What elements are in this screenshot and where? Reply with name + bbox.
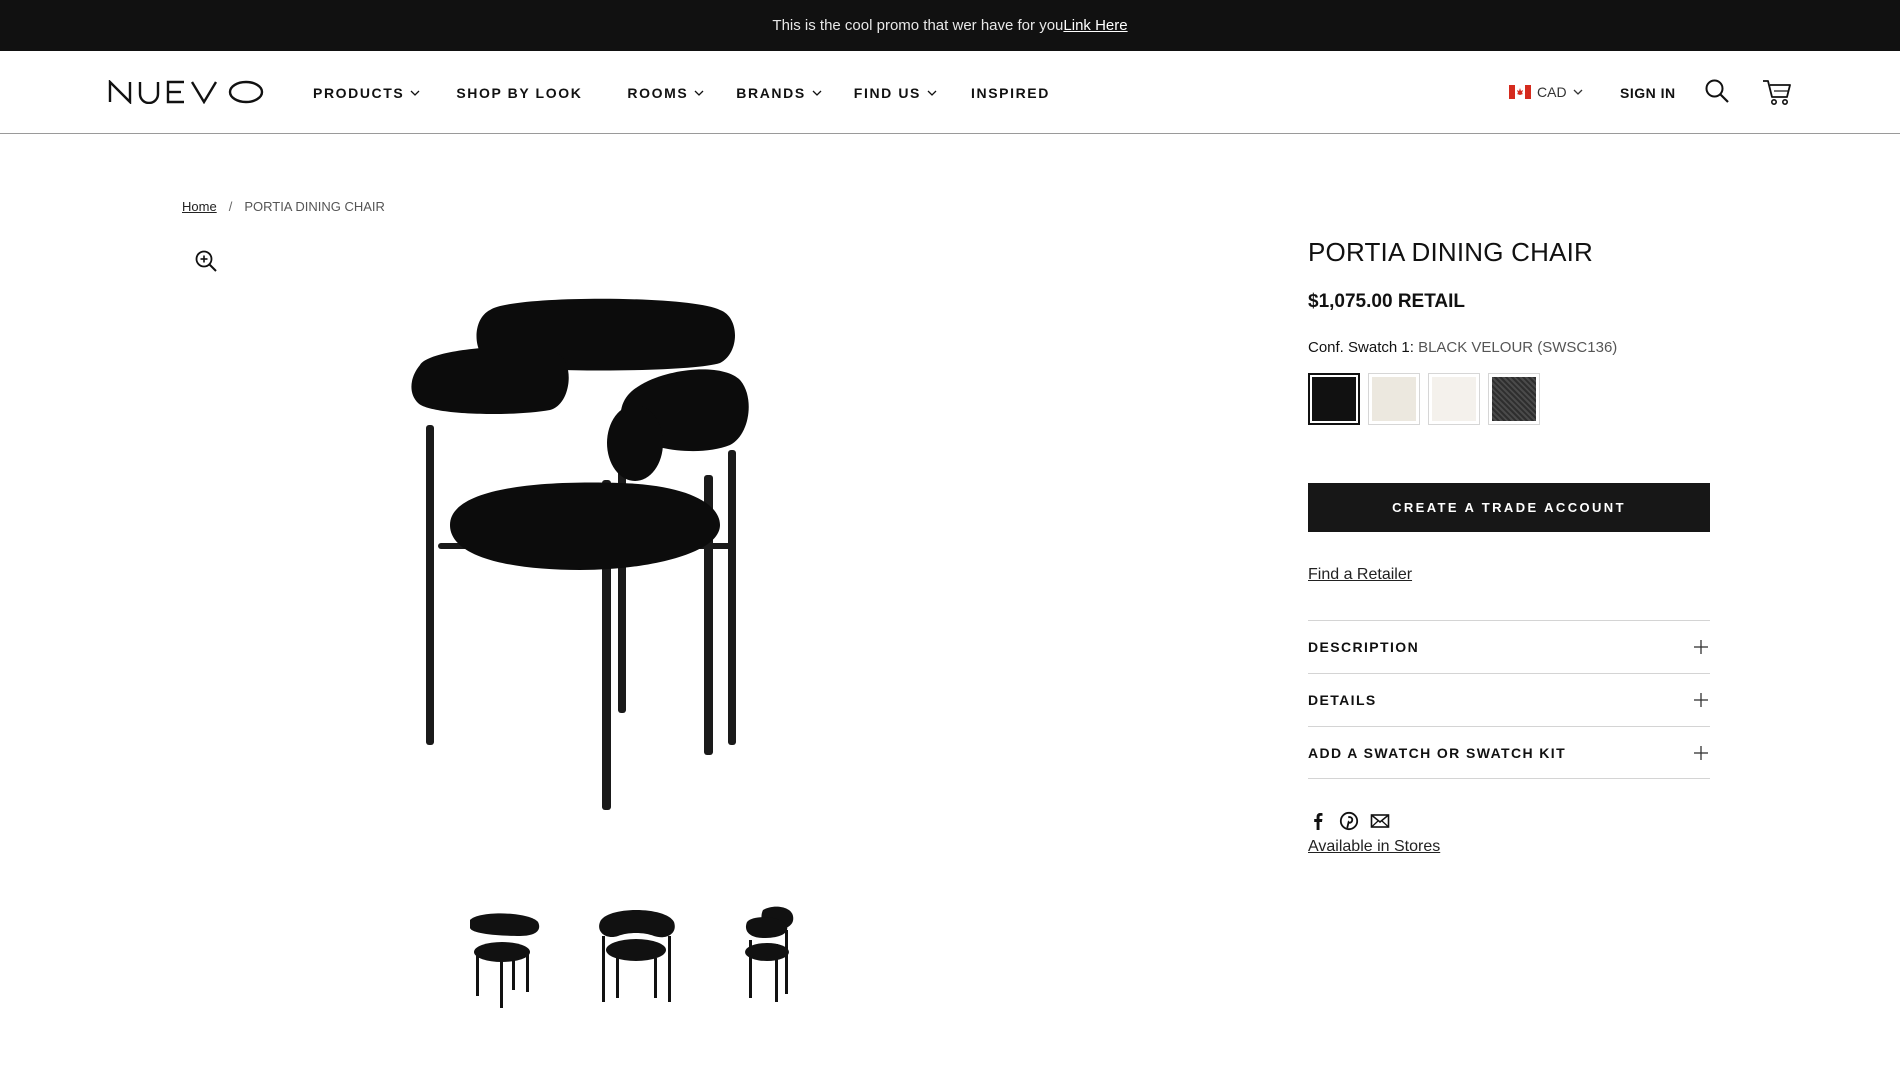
accordion-label: ADD A SWATCH OR SWATCH KIT bbox=[1308, 744, 1567, 761]
nav-inspired[interactable]: INSPIRED bbox=[971, 85, 1050, 101]
plus-icon bbox=[1694, 693, 1708, 707]
product-title: PORTIA DINING CHAIR bbox=[1308, 237, 1594, 267]
swatch-charcoal-boucle[interactable] bbox=[1488, 373, 1540, 425]
find-retailer-link[interactable]: Find a Retailer bbox=[1308, 566, 1412, 584]
available-in-stores-link[interactable]: Available in Stores bbox=[1308, 838, 1440, 856]
promo-link[interactable]: Link Here bbox=[1063, 17, 1127, 34]
nav-brands[interactable]: BRANDS bbox=[736, 85, 822, 101]
site-header: PRODUCTS SHOP BY LOOK ROOMS BRANDS FIND … bbox=[0, 51, 1900, 134]
price-suffix: RETAIL bbox=[1397, 291, 1466, 312]
accordion-details[interactable]: DETAILS bbox=[1308, 673, 1710, 726]
nav-label: SHOP BY LOOK bbox=[456, 84, 583, 101]
chevron-down-icon bbox=[812, 90, 822, 96]
breadcrumb: Home / PORTIA DINING CHAIR bbox=[182, 199, 385, 214]
swatch-label: Conf. Swatch 1: BLACK VELOUR (SWSC136) bbox=[1308, 339, 1617, 356]
nav-label: INSPIRED bbox=[971, 84, 1050, 101]
chevron-down-icon bbox=[927, 90, 937, 96]
nav-label: BRANDS bbox=[736, 84, 806, 101]
canada-flag-icon bbox=[1509, 85, 1531, 99]
thumbnail-2[interactable] bbox=[586, 900, 686, 1010]
nav-rooms[interactable]: ROOMS bbox=[627, 85, 704, 101]
price-amount: $1,075.00 bbox=[1308, 291, 1393, 312]
accordion-label: DETAILS bbox=[1308, 692, 1377, 708]
product-main-image[interactable] bbox=[390, 285, 870, 845]
breadcrumb-home[interactable]: Home bbox=[182, 199, 217, 214]
zoom-in-icon[interactable] bbox=[194, 249, 218, 273]
swatch-label-value: BLACK VELOUR (SWSC136) bbox=[1418, 339, 1618, 356]
thumbnail-1[interactable] bbox=[450, 900, 550, 1010]
currency-selector[interactable]: CAD bbox=[1509, 84, 1583, 100]
swatch-label-key: Conf. Swatch 1: bbox=[1308, 339, 1414, 356]
promo-text: This is the cool promo that wer have for… bbox=[772, 17, 1064, 34]
swatch-list bbox=[1308, 373, 1548, 425]
accordion-label: DESCRIPTION bbox=[1308, 639, 1420, 655]
currency-code: CAD bbox=[1537, 84, 1567, 100]
chevron-down-icon bbox=[694, 90, 704, 96]
plus-icon bbox=[1694, 640, 1708, 654]
sign-in-link[interactable]: SIGN IN bbox=[1620, 85, 1676, 101]
breadcrumb-separator: / bbox=[228, 199, 233, 214]
swatch-white[interactable] bbox=[1428, 373, 1480, 425]
nav-products[interactable]: PRODUCTS bbox=[313, 85, 420, 101]
product-price: $1,075.00 RETAIL bbox=[1308, 291, 1465, 313]
nav-label: PRODUCTS bbox=[313, 84, 405, 101]
search-icon[interactable] bbox=[1704, 78, 1730, 104]
promo-bar: This is the cool promo that wer have for… bbox=[0, 0, 1900, 51]
facebook-icon[interactable] bbox=[1308, 811, 1328, 831]
create-trade-account-button[interactable]: CREATE A TRADE ACCOUNT bbox=[1308, 483, 1710, 532]
nav-find-us[interactable]: FIND US bbox=[854, 85, 937, 101]
accordion-description[interactable]: DESCRIPTION bbox=[1308, 620, 1710, 673]
swatch-cream[interactable] bbox=[1368, 373, 1420, 425]
pinterest-icon[interactable] bbox=[1339, 811, 1359, 831]
nav-label: FIND US bbox=[853, 84, 921, 101]
chevron-down-icon bbox=[410, 90, 420, 96]
email-icon[interactable] bbox=[1370, 811, 1390, 831]
swatch-black-velour[interactable] bbox=[1308, 373, 1360, 425]
breadcrumb-current: PORTIA DINING CHAIR bbox=[244, 199, 385, 214]
nav-label: ROOMS bbox=[627, 84, 689, 101]
product-accordion: DESCRIPTION DETAILS ADD A SWATCH OR SWAT… bbox=[1308, 620, 1710, 779]
plus-icon bbox=[1694, 745, 1708, 760]
main-nav: PRODUCTS SHOP BY LOOK ROOMS BRANDS FIND … bbox=[313, 51, 1050, 134]
share-icons bbox=[1308, 811, 1401, 831]
nuevo-logo[interactable] bbox=[108, 80, 264, 104]
accordion-swatch-kit[interactable]: ADD A SWATCH OR SWATCH KIT bbox=[1308, 726, 1710, 779]
thumbnail-3[interactable] bbox=[723, 900, 823, 1010]
chevron-down-icon bbox=[1573, 89, 1583, 95]
cart-icon[interactable] bbox=[1762, 78, 1792, 106]
nav-shop-by-look[interactable]: SHOP BY LOOK bbox=[456, 85, 582, 101]
